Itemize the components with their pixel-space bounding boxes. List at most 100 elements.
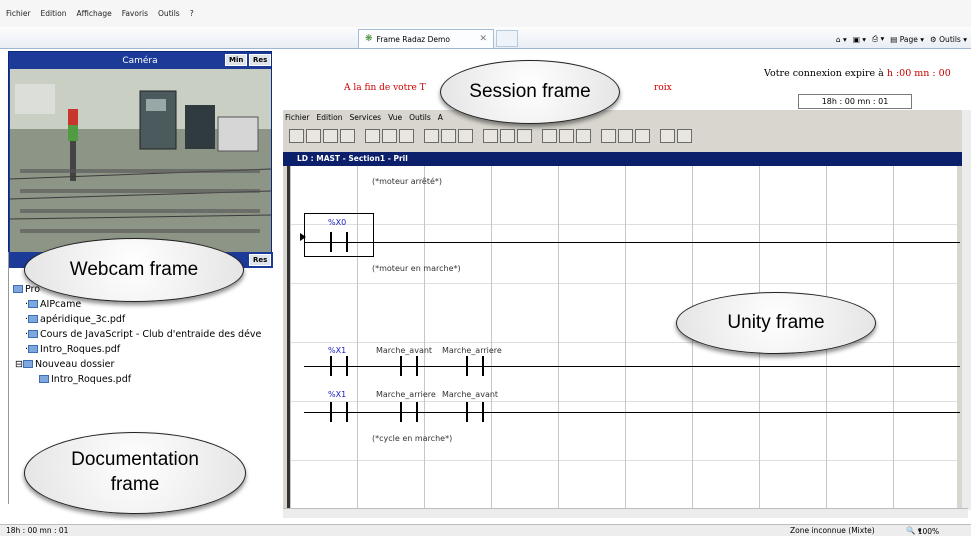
save-icon[interactable]: [323, 129, 338, 143]
session-frame-callout: Session frame: [440, 60, 620, 124]
tools-menu-button[interactable]: ⚙ Outils ▾: [930, 35, 967, 44]
browser-menubar: Fichier Edition Affichage Favoris Outils…: [0, 0, 971, 27]
step-icon[interactable]: [576, 129, 591, 143]
rung-comment: (*moteur arrêté*): [372, 177, 443, 186]
status-bar: 18h : 00 mn : 01 Zone inconnue (Mixte) 🔍…: [0, 524, 971, 536]
unity-menubar: Fichier Edition Services Vue Outils A: [283, 110, 968, 124]
home-icon[interactable]: ⌂ ▾: [836, 35, 847, 44]
camera-header: Caméra Min Res: [9, 52, 272, 69]
menu-help[interactable]: ?: [190, 9, 194, 18]
session-warning-text: A la fin de votre T: [344, 83, 426, 93]
close-tab-icon[interactable]: ✕: [479, 34, 487, 44]
status-text: 18h : 00 mn : 01: [6, 526, 69, 535]
tab-title: Frame Radaz Demo: [376, 34, 450, 44]
upload-icon[interactable]: [399, 129, 414, 143]
contact-marche-arriere-nc[interactable]: [466, 356, 484, 376]
browser-tab[interactable]: ❋ Frame Radaz Demo ✕: [358, 29, 494, 48]
file-icon: [28, 330, 39, 338]
ie-page-icon: ❋: [365, 34, 373, 44]
feeds-icon[interactable]: ▣ ▾: [853, 35, 866, 44]
new-tab-button[interactable]: [496, 30, 518, 47]
menu-fichier[interactable]: Fichier: [6, 9, 31, 18]
vertical-scrollbar[interactable]: [962, 110, 971, 510]
list-icon[interactable]: [618, 129, 633, 143]
unity-menu-vue[interactable]: Vue: [388, 113, 402, 122]
context-help-icon[interactable]: [677, 129, 692, 143]
browse-icon[interactable]: [458, 129, 473, 143]
contact-x1b[interactable]: [330, 402, 348, 422]
min-button[interactable]: Min: [225, 54, 248, 66]
webcam-image: [9, 69, 272, 252]
unity-menu-services[interactable]: Services: [349, 113, 381, 122]
tree-item[interactable]: Intro_Roques.pdf: [13, 372, 261, 387]
open-file-icon[interactable]: [306, 129, 321, 143]
camera-title: Caméra: [122, 55, 158, 66]
unity-menu-a[interactable]: A: [438, 113, 443, 122]
tree-item[interactable]: · Intro_Roques.pdf: [13, 342, 261, 357]
session-time-field: 18h : 00 mn : 01: [798, 94, 912, 109]
panel-icon[interactable]: [601, 129, 616, 143]
undo-icon[interactable]: [365, 129, 380, 143]
session-warning-text-end: roix: [654, 83, 672, 93]
help-icon[interactable]: [660, 129, 675, 143]
menu-edition[interactable]: Edition: [41, 9, 67, 18]
rung-comment: (*cycle en marche*): [372, 434, 453, 443]
contact-label: Marche_arriere: [376, 390, 436, 399]
contact-marche-avant-nc[interactable]: [466, 402, 484, 422]
file-icon: [28, 345, 39, 353]
unity-menu-outils[interactable]: Outils: [409, 113, 431, 122]
tree-folder[interactable]: ⊟ Nouveau dossier: [13, 357, 261, 372]
contact-marche-avant[interactable]: [400, 356, 418, 376]
unity-frame-callout: Unity frame: [676, 292, 876, 354]
menu-outils[interactable]: Outils: [158, 9, 180, 18]
find-icon[interactable]: [441, 129, 456, 143]
rung-wire: [304, 242, 960, 243]
webcam-frame-callout: Webcam frame: [24, 238, 244, 302]
stop-icon[interactable]: [559, 129, 574, 143]
connect-icon[interactable]: [500, 129, 515, 143]
session-area: A la fin de votre T roix Votre connexion…: [276, 51, 968, 109]
disconnect-icon[interactable]: [517, 129, 532, 143]
res-button[interactable]: Res: [249, 54, 272, 66]
contact-marche-arriere[interactable]: [400, 402, 418, 422]
rung-pointer-icon: [300, 233, 306, 241]
page-menu-button[interactable]: ▤ Page ▾: [890, 35, 924, 44]
camera-frame: Caméra Min Res: [8, 51, 272, 253]
folder-icon: [22, 360, 33, 368]
menu-affichage[interactable]: Affichage: [76, 9, 111, 18]
ld-section-title: LD : MAST - Section1 - Pril: [283, 152, 968, 166]
contact-label: Marche_avant: [376, 346, 433, 355]
file-icon: [28, 315, 39, 323]
run-icon[interactable]: [542, 129, 557, 143]
check-icon[interactable]: [382, 129, 397, 143]
webcam-scene: [9, 69, 272, 252]
print-icon[interactable]: [340, 129, 355, 143]
file-icon: [28, 300, 39, 308]
step-variable: %X0: [328, 218, 347, 227]
rung-comment: (*moteur en marche*): [372, 264, 461, 273]
doc-res-button[interactable]: Res: [249, 254, 272, 266]
tree-item[interactable]: · Cours de JavaScript - Club d'entraide d…: [13, 327, 261, 342]
split-icon[interactable]: [635, 129, 650, 143]
tree-item[interactable]: · apéridique_3c.pdf: [13, 312, 261, 327]
unity-menu-edition[interactable]: Edition: [317, 113, 343, 122]
new-file-icon[interactable]: [289, 129, 304, 143]
step-variable: %X1: [328, 390, 347, 399]
unity-toolbar: [283, 124, 968, 148]
contact-x0[interactable]: [330, 232, 348, 252]
menu-favoris[interactable]: Favoris: [122, 9, 148, 18]
security-zone: Zone inconnue (Mixte): [790, 526, 875, 535]
step-variable: %X1: [328, 346, 347, 355]
contact-label: Marche_avant: [442, 390, 499, 399]
unity-menu-fichier[interactable]: Fichier: [285, 113, 310, 122]
print-icon[interactable]: ⎙ ▾: [872, 34, 884, 44]
transfer-icon[interactable]: [483, 129, 498, 143]
expiry-notice: Votre connexion expire à h :00 mn : 00: [764, 68, 951, 79]
ie-command-bar: ⌂ ▾ ▣ ▾ ⎙ ▾ ▤ Page ▾ ⚙ Outils ▾: [836, 30, 967, 48]
contact-x1[interactable]: [330, 356, 348, 376]
folder-icon: [13, 285, 23, 293]
documentation-frame-callout: Documentation frame: [24, 432, 246, 514]
zoom-level[interactable]: 🔍 100% ▾: [906, 526, 939, 536]
window-icon[interactable]: [424, 129, 439, 143]
horizontal-scrollbar[interactable]: [283, 508, 968, 518]
